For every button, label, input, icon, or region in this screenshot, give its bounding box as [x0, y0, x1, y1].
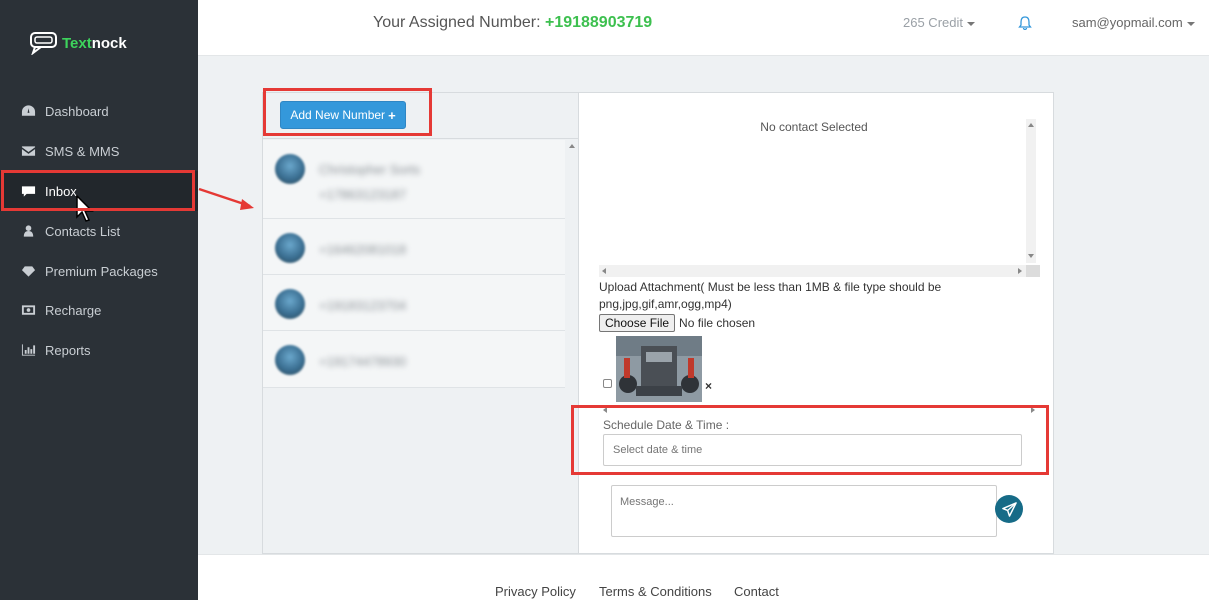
schedule-datetime-input[interactable]: [603, 434, 1022, 466]
scrollbar-corner: [1026, 265, 1040, 277]
message-input[interactable]: [611, 485, 997, 537]
sidebar-item-label: Reports: [45, 342, 91, 358]
sidebar-item-label: SMS & MMS: [45, 143, 120, 159]
schedule-label: Schedule Date & Time :: [603, 418, 730, 432]
contact-list-item[interactable]: Christopher Sorts +17863123187: [263, 140, 565, 219]
scroll-right-icon[interactable]: [1031, 407, 1035, 413]
remove-attachment-icon[interactable]: ×: [705, 379, 712, 393]
contacts-toolbar: Add New Number +: [263, 93, 578, 139]
file-status: No file chosen: [679, 316, 756, 330]
contact-list-item[interactable]: +19174478930: [263, 331, 565, 388]
credit-dropdown[interactable]: 265 Credit: [903, 15, 975, 30]
sidebar-item-dashboard[interactable]: Dashboard: [0, 91, 198, 131]
sidebar-item-recharge[interactable]: Recharge: [0, 290, 198, 330]
scroll-down-icon[interactable]: [1028, 254, 1034, 258]
dashboard-icon: [20, 104, 36, 118]
money-icon: [20, 303, 36, 317]
chat-icon: [20, 184, 36, 198]
envelope-icon: [20, 144, 36, 158]
footer: Privacy Policy Terms & Conditions Contac…: [198, 554, 1209, 600]
bar-chart-icon: [20, 343, 36, 357]
no-contact-message: No contact Selected: [760, 120, 868, 134]
scroll-up-icon[interactable]: [1028, 123, 1034, 127]
plus-icon: +: [388, 107, 396, 123]
contacts-panel: Add New Number + Christopher Sorts +17863…: [262, 92, 579, 554]
mouse-cursor-icon: [76, 195, 94, 222]
scroll-left-icon[interactable]: [603, 407, 607, 413]
messages-vertical-scrollbar[interactable]: [1026, 119, 1036, 263]
contact-list: Christopher Sorts +17863123187 +16462081…: [263, 140, 565, 388]
bell-icon[interactable]: [1018, 16, 1032, 30]
file-input[interactable]: Choose File No file chosen: [599, 314, 755, 332]
sidebar: Textnock Dashboard SMS & MMS Inbox Conta…: [0, 0, 198, 600]
contact-list-item[interactable]: +19183123704: [263, 275, 565, 331]
avatar: [275, 154, 305, 184]
annotation-arrow-icon: [198, 187, 254, 210]
user-menu[interactable]: sam@yopmail.com: [1072, 15, 1195, 30]
avatar: [275, 289, 305, 319]
messages-horizontal-scrollbar[interactable]: [599, 265, 1029, 277]
top-header: Your Assigned Number: +19188903719 265 C…: [198, 0, 1209, 56]
attachment-checkbox[interactable]: [603, 379, 612, 388]
upload-attachment-label: Upload Attachment( Must be less than 1MB…: [599, 280, 942, 311]
sidebar-item-premium-packages[interactable]: Premium Packages: [0, 251, 198, 291]
sidebar-item-label: Recharge: [45, 302, 102, 318]
sidebar-item-inbox[interactable]: Inbox: [0, 171, 198, 211]
terms-link[interactable]: Terms & Conditions: [599, 584, 712, 599]
attachment-thumbnail: [616, 336, 702, 402]
add-new-number-button[interactable]: Add New Number +: [280, 101, 406, 129]
choose-file-button[interactable]: Choose File: [599, 314, 676, 332]
sidebar-item-sms-mms[interactable]: SMS & MMS: [0, 131, 198, 171]
sidebar-item-contacts-list[interactable]: Contacts List: [0, 211, 198, 251]
chat-bubble-logo-icon: [30, 32, 57, 55]
scroll-up-icon[interactable]: [569, 144, 575, 148]
sidebar-item-label: Premium Packages: [45, 263, 158, 279]
sidebar-item-reports[interactable]: Reports: [0, 330, 198, 370]
attachment-preview: ×: [601, 333, 712, 403]
attachments-horizontal-scrollbar[interactable]: [599, 406, 1035, 414]
user-icon: [20, 224, 36, 238]
brand-logo[interactable]: Textnock: [28, 31, 127, 55]
privacy-policy-link[interactable]: Privacy Policy: [495, 584, 576, 599]
caret-down-icon: [1186, 21, 1195, 26]
brand-name: Textnock: [62, 34, 127, 52]
send-button[interactable]: [995, 495, 1023, 523]
assigned-number: Your Assigned Number: +19188903719: [373, 14, 653, 31]
sidebar-item-label: Dashboard: [45, 103, 109, 119]
contact-list-item[interactable]: +16462081018: [263, 219, 565, 275]
avatar: [275, 345, 305, 375]
paper-plane-icon: [1001, 501, 1017, 517]
sidebar-item-label: Inbox: [45, 183, 77, 199]
scroll-right-icon[interactable]: [1018, 268, 1022, 274]
avatar: [275, 233, 305, 263]
contact-list-scrollbar[interactable]: [566, 140, 578, 390]
diamond-icon: [20, 264, 36, 278]
contact-link[interactable]: Contact: [734, 584, 779, 599]
caret-down-icon: [966, 21, 975, 26]
scroll-left-icon[interactable]: [602, 268, 606, 274]
sidebar-item-label: Contacts List: [45, 223, 121, 239]
conversation-panel: No contact Selected Upload Attachment( M…: [579, 92, 1054, 554]
